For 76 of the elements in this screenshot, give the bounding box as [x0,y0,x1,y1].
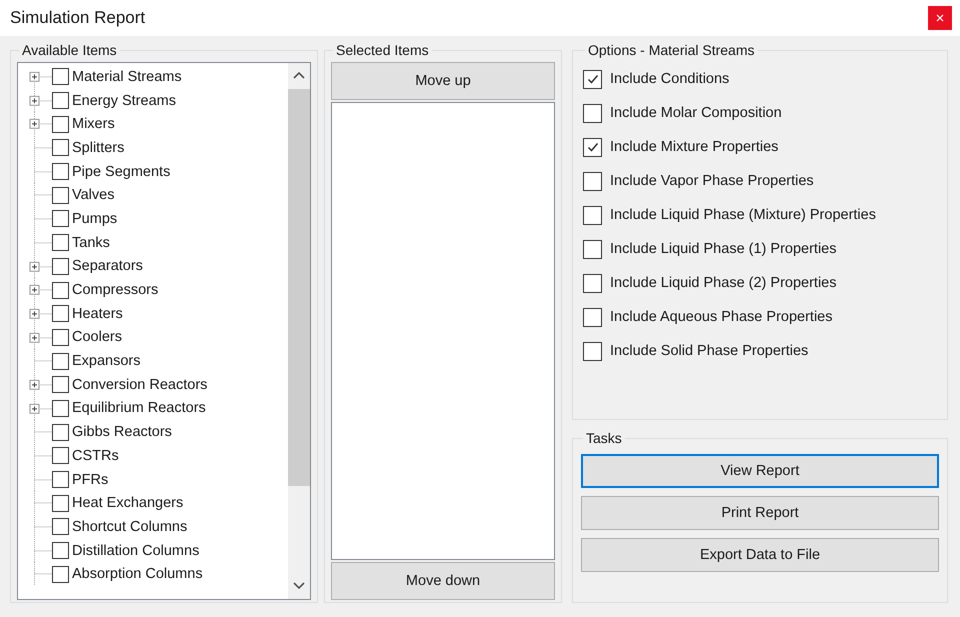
tree-item[interactable]: Absorption Columns [72,566,203,582]
checkbox[interactable] [52,400,69,417]
checkbox[interactable] [583,342,602,360]
option-label: Include Aqueous Phase Properties [610,309,832,325]
checkbox[interactable] [52,424,69,441]
tree-item[interactable]: Compressors [72,282,158,298]
checkbox[interactable] [52,258,69,275]
checkbox[interactable] [583,274,602,292]
tree-item[interactable]: Mixers [72,116,115,132]
task-button[interactable]: Export Data to File [581,538,939,572]
checkbox[interactable] [52,352,69,370]
checkbox[interactable] [52,328,69,346]
checkbox[interactable] [52,116,69,133]
tree-item[interactable]: Tanks [72,234,110,251]
tree-item[interactable]: Splitters [72,140,124,156]
tree-item[interactable]: Gibbs Reactors [72,424,172,440]
tree-item[interactable]: Valves [72,187,114,204]
checkbox[interactable] [52,494,69,512]
check-icon [586,141,598,153]
option-label: Include Mixture Properties [610,139,778,155]
checkbox[interactable] [52,234,69,252]
checkbox[interactable] [52,542,69,560]
checkbox[interactable] [52,376,69,394]
group-title: Selected Items [335,42,430,58]
tree-item[interactable]: Pipe Segments [72,164,170,180]
tree-item[interactable]: Shortcut Columns [72,518,188,535]
checkbox[interactable] [52,471,69,488]
tree-item[interactable]: Heaters [72,306,123,322]
checkbox[interactable] [52,186,69,204]
tree-item[interactable]: Equilibrium Reactors [72,400,206,416]
checkbox[interactable] [583,104,602,122]
group-title: Tasks [585,430,623,446]
tree-item[interactable]: Pumps [72,210,118,227]
checkbox[interactable] [52,210,69,228]
tree-item[interactable]: Separators [72,258,143,274]
tree-item[interactable]: PFRs [72,472,108,488]
option-label: Include Liquid Phase (1) Properties [610,241,836,257]
close-button[interactable]: × [928,6,952,30]
tree-item[interactable]: Energy Streams [72,92,176,109]
checkbox[interactable] [52,68,69,86]
checkbox[interactable] [583,240,602,258]
group-title: Options - Material Streams [587,42,756,58]
tree-item[interactable]: Expansors [72,353,141,370]
tree-item[interactable]: Distillation Columns [72,542,200,559]
checkbox[interactable] [52,282,69,299]
tree-item[interactable]: Heat Exchangers [72,495,184,512]
move-down-button[interactable]: Move down [331,562,555,600]
checkbox[interactable] [52,139,69,156]
scrollbar-thumb[interactable] [288,89,310,486]
tree-item[interactable]: Material Streams [72,68,182,85]
checkbox[interactable] [52,566,69,583]
checkbox[interactable] [52,447,69,464]
window-title: Simulation Report [10,8,146,28]
option-label: Include Liquid Phase (2) Properties [610,275,836,291]
option-label: Include Solid Phase Properties [610,343,808,359]
checkbox[interactable] [583,206,602,224]
tree-item[interactable]: Coolers [72,329,122,346]
checkbox[interactable] [583,308,602,326]
move-up-button[interactable]: Move up [331,62,555,100]
task-button[interactable]: View Report [581,454,939,488]
tree-item[interactable]: CSTRs [72,448,119,464]
checkbox[interactable] [52,518,69,536]
option-label: Include Vapor Phase Properties [610,173,814,189]
checkbox[interactable] [52,163,69,180]
checkbox[interactable] [52,92,69,110]
checkbox[interactable] [52,305,69,322]
checkbox[interactable] [583,70,602,88]
group-title: Available Items [21,42,118,58]
option-label: Include Liquid Phase (Mixture) Properties [610,207,876,223]
option-label: Include Molar Composition [610,105,782,121]
checkbox[interactable] [583,172,602,190]
tree-item[interactable]: Conversion Reactors [72,376,208,393]
checkbox[interactable] [583,138,602,156]
task-button[interactable]: Print Report [581,496,939,530]
check-icon [586,73,598,85]
option-label: Include Conditions [610,71,730,87]
